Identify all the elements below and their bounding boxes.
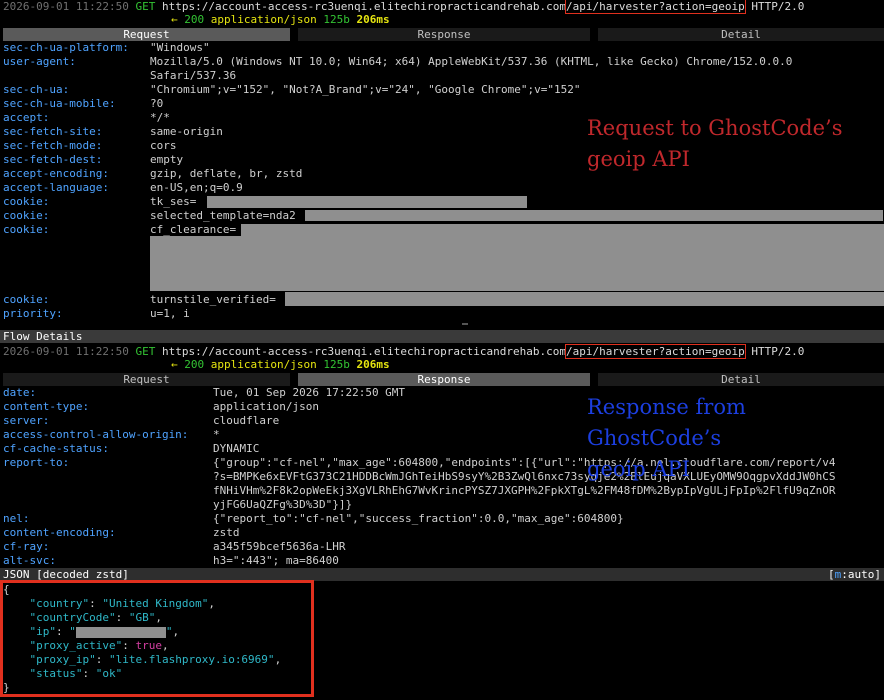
response-header-value: * [213, 428, 220, 441]
annotation-request-line2: geoip API [587, 147, 690, 171]
json-highlight-box [0, 580, 314, 697]
status-duration-2: 206ms [356, 358, 390, 371]
response-header-key: nel: [3, 512, 30, 525]
request-header-key: sec-ch-ua-platform: [3, 41, 129, 54]
status-duration: 206ms [356, 13, 390, 26]
tab-detail[interactable]: Detail [598, 28, 884, 41]
request-header-key: cookie: [3, 223, 50, 236]
tab-response[interactable]: Response [298, 28, 590, 41]
flow-status-line: ← 200 application/json 125b 206ms [171, 13, 390, 27]
response-header-key: report-to: [3, 456, 70, 469]
redacted-turnstile [285, 292, 884, 306]
flow-protocol-2: HTTP/2.0 [751, 345, 805, 358]
request-header-key: sec-fetch-mode: [3, 139, 103, 152]
request-header-value: selected_template=nda2 [150, 209, 296, 222]
response-header-value: a345f59bcef5636a-LHR [213, 540, 346, 553]
tab-request[interactable]: Request [3, 28, 290, 41]
request-header-value: en-US,en;q=0.9 [150, 181, 243, 194]
status-arrow-2: ← [171, 358, 178, 371]
response-header-key: alt-svc: [3, 554, 56, 567]
status-code: 200 [184, 13, 205, 26]
flow-status-line-2: ← 200 application/json 125b 206ms [171, 358, 390, 372]
request-header-value: empty [150, 153, 184, 166]
flow-timestamp-2: 2026-09-01 11:22:50 [3, 345, 129, 358]
request-header-key: accept-encoding: [3, 167, 109, 180]
request-header-value: turnstile_verified= [150, 293, 276, 306]
request-header-key: cookie: [3, 209, 50, 222]
request-header-key: accept: [3, 111, 50, 124]
request-header-key: sec-ch-ua: [3, 83, 70, 96]
redacted-selected-template-tail [305, 210, 883, 221]
response-header-value: {"report_to":"cf-nel","success_fraction"… [213, 512, 624, 525]
response-header-value: application/json [213, 400, 319, 413]
request-header-key: user-agent: [3, 55, 76, 68]
flow-url-base-2: https://account-access-rc3uenqi.elitechi… [161, 345, 566, 358]
annotation-response-line2: geoip API [587, 457, 690, 481]
flow-protocol: HTTP/2.0 [751, 0, 805, 13]
request-header-value: "Chromium";v="152", "Not?A_Brand";v="24"… [150, 83, 581, 96]
response-header-key: access-control-allow-origin: [3, 428, 189, 441]
status-arrow: ← [171, 13, 178, 26]
flow-url-path-2: /api/harvester?action=geoip [564, 344, 746, 359]
flow-summary-line-2[interactable]: 2026-09-01 11:22:50 GET https://account-… [3, 344, 805, 359]
status-size: 125b [323, 13, 350, 26]
flow-url-base: https://account-access-rc3uenqi.elitechi… [161, 0, 566, 13]
status-content-type: application/json [210, 13, 317, 26]
request-header-value: cf_clearance= [150, 223, 237, 236]
flow-url-path: /api/harvester?action=geoip [564, 0, 746, 14]
response-header-value: cloudflare [213, 414, 280, 427]
tab-detail-2[interactable]: Detail [598, 373, 884, 386]
annotation-response-line1: Response from GhostCode’s [587, 395, 746, 450]
view-mode-selector[interactable]: [m:auto] [828, 568, 881, 581]
status-content-type-2: application/json [210, 358, 317, 371]
redacted-cf-clearance-line1 [241, 224, 884, 236]
request-header-key: accept-language: [3, 181, 109, 194]
response-header-value: zstd [213, 526, 240, 539]
annotation-response: Response from GhostCode’s geoip API [587, 392, 884, 485]
response-header-key: cf-ray: [3, 540, 50, 553]
flow-method: GET [135, 0, 156, 13]
annotation-request-line1: Request to GhostCode’s [587, 116, 843, 140]
request-header-key: cookie: [3, 293, 50, 306]
request-header-value: ?0 [150, 97, 164, 110]
flow-timestamp: 2026-09-01 11:22:50 [3, 0, 129, 13]
request-header-value: tk_ses= [150, 195, 197, 208]
response-header-value: fNHiVHm%2F8k2opWeEkj3XgVLRhEhG7WvKrincPY… [213, 484, 836, 497]
request-header-value: */* [150, 111, 170, 124]
tab-response-2[interactable]: Response [298, 373, 590, 386]
tab-request-2[interactable]: Request [3, 373, 290, 386]
flow-method-2: GET [135, 345, 156, 358]
response-header-key: server: [3, 414, 50, 427]
response-header-key: date: [3, 386, 37, 399]
response-header-key: content-encoding: [3, 526, 116, 539]
response-header-value: Tue, 01 Sep 2026 17:22:50 GMT [213, 386, 406, 399]
response-header-key: cf-cache-status: [3, 442, 109, 455]
request-header-value: Safari/537.36 [150, 69, 237, 82]
request-header-value: u=1, i [150, 307, 190, 320]
status-code-2: 200 [184, 358, 205, 371]
request-header-key: sec-fetch-dest: [3, 153, 103, 166]
redacted-tk-ses [207, 196, 527, 208]
response-header-value: yjFG6UaQZFg%3D%3D"}]} [213, 498, 353, 511]
redacted-cf-clearance-block [150, 236, 884, 291]
flow-summary-line[interactable]: 2026-09-01 11:22:50 GET https://account-… [3, 0, 804, 14]
request-header-key: cookie: [3, 195, 50, 208]
response-header-value: h3=":443"; ma=86400 [213, 554, 339, 567]
status-size-2: 125b [323, 358, 350, 371]
flow-details-bar: Flow Details [0, 330, 884, 343]
request-header-value: Mozilla/5.0 (Windows NT 10.0; Win64; x64… [150, 55, 793, 68]
request-header-value: "Windows" [150, 41, 210, 54]
request-header-value: gzip, deflate, br, zstd [150, 167, 303, 180]
annotation-request: Request to GhostCode’s geoip API [587, 113, 842, 175]
view-mode-value: :auto] [841, 568, 881, 581]
request-header-key: sec-ch-ua-mobile: [3, 97, 116, 110]
request-header-value: same-origin [150, 125, 223, 138]
request-header-key: priority: [3, 307, 63, 320]
response-header-value: DYNAMIC [213, 442, 260, 455]
response-header-key: content-type: [3, 400, 90, 413]
request-header-key: sec-fetch-site: [3, 125, 103, 138]
request-header-value: cors [150, 139, 177, 152]
pane-resize-handle[interactable] [462, 323, 468, 325]
view-mode-open: [ [828, 568, 835, 581]
